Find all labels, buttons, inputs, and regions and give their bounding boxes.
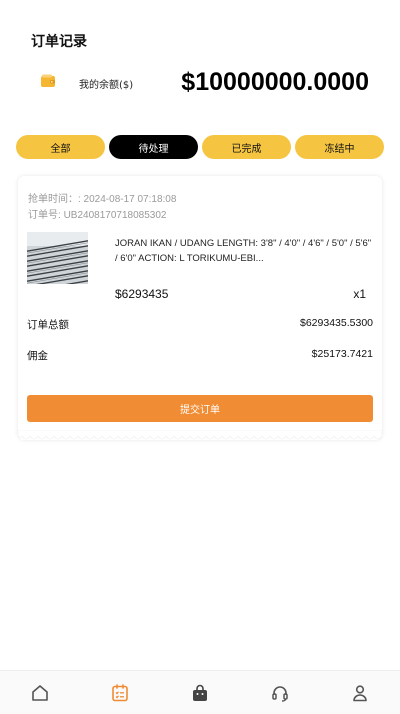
- order-status-tabs: 全部 待处理 已完成 冻结中: [16, 135, 384, 159]
- product-image: [27, 232, 88, 284]
- balance-row: 我的余额($) $10000000.0000: [0, 66, 400, 102]
- tab-completed[interactable]: 已完成: [202, 135, 291, 159]
- shop-bag-icon: [193, 684, 207, 701]
- order-total-label: 订单总额: [27, 319, 69, 331]
- headset-icon: [272, 685, 288, 702]
- order-total-value: $6293435.5300: [300, 317, 373, 329]
- product-title: JORAN IKAN / UDANG LENGTH: 3'8" / 4'0" /…: [115, 238, 372, 264]
- wallet-icon: [41, 74, 55, 87]
- card-bottom-edge: [18, 430, 382, 440]
- balance-value: $10000000.0000: [181, 68, 369, 96]
- tab-all[interactable]: 全部: [16, 135, 105, 159]
- submit-order-button[interactable]: 提交订单: [27, 395, 373, 422]
- nav-shop[interactable]: [160, 671, 240, 714]
- user-icon: [353, 684, 367, 701]
- order-number-value: UB2408170718085302: [63, 210, 167, 221]
- grab-time: 抢单时间：: 2024-08-17 07:18:08: [28, 190, 176, 205]
- nav-profile[interactable]: [320, 671, 400, 714]
- product-quantity: x1: [353, 287, 366, 301]
- grab-time-value: : 2024-08-17 07:18:08: [78, 194, 177, 205]
- order-number: 订单号: UB2408170718085302: [28, 206, 166, 221]
- order-card: 抢单时间：: 2024-08-17 07:18:08 订单号: UB240817…: [18, 176, 382, 440]
- page-title: 订单记录: [31, 34, 87, 50]
- tab-frozen[interactable]: 冻结中: [295, 135, 384, 159]
- grab-time-label: 抢单时间：: [28, 194, 78, 205]
- order-number-label: 订单号:: [28, 210, 64, 221]
- balance-label: 我的余额($): [79, 80, 134, 91]
- orders-icon: [112, 683, 128, 701]
- bottom-nav-bar: [0, 670, 400, 714]
- nav-support[interactable]: [240, 671, 320, 714]
- product-price: $6293435: [115, 287, 169, 301]
- nav-orders[interactable]: [80, 671, 160, 714]
- commission-label: 佣金: [27, 350, 48, 362]
- nav-home[interactable]: [0, 671, 80, 714]
- tab-pending[interactable]: 待处理: [109, 135, 198, 159]
- home-icon: [32, 684, 48, 701]
- commission-value: $25173.7421: [311, 348, 373, 360]
